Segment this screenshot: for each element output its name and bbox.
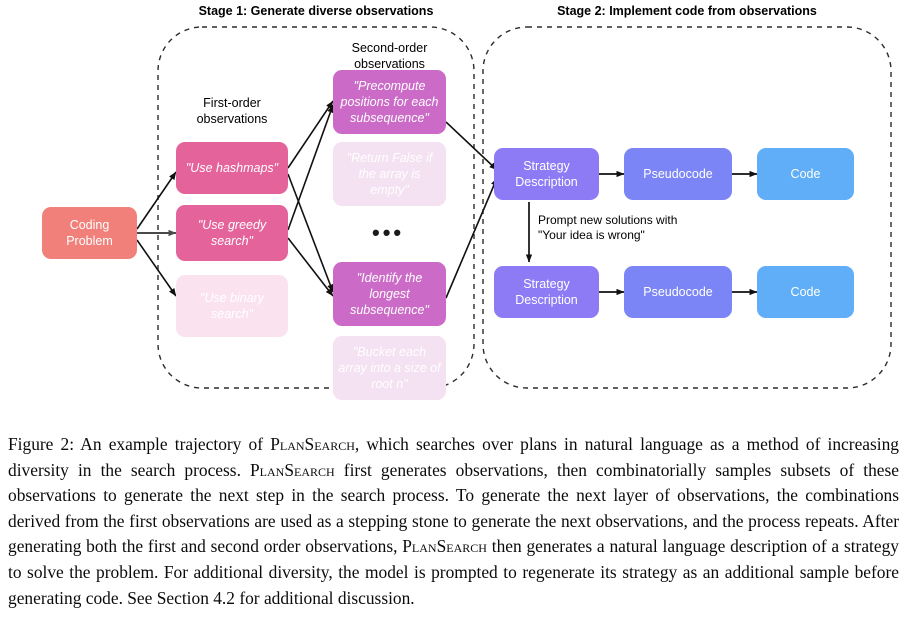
figure-2: Stage 1: Generate diverse observations S… xyxy=(0,0,907,637)
node-first-order-observation-3[interactable]: "Use binary search" xyxy=(176,275,288,337)
node-pseudocode-2[interactable]: Pseudocode xyxy=(624,266,732,318)
first-order-observations-label: First-order observations xyxy=(196,96,268,126)
node-second-order-observation-2[interactable]: "Return False if the array is empty" xyxy=(333,142,446,206)
node-second-order-observation-1[interactable]: "Precompute positions for each subsequen… xyxy=(333,70,446,134)
caption-method-name-1: PlanSearch xyxy=(270,434,355,454)
node-first-order-observation-2[interactable]: "Use greedy search" xyxy=(176,205,288,261)
second-order-observations-label: Second-order observations xyxy=(351,41,428,71)
caption-method-name-3: PlanSearch xyxy=(402,536,487,557)
edges-second-order-to-strategy xyxy=(445,121,498,299)
node-code-1[interactable]: Code xyxy=(757,148,854,200)
edges-problem-to-first-order xyxy=(136,171,177,297)
node-code-2[interactable]: Code xyxy=(757,266,854,318)
stage-2-title: Stage 2: Implement code from observation… xyxy=(557,4,817,18)
diagram-connectors-layer xyxy=(136,26,892,389)
node-strategy-description-1[interactable]: Strategy Description xyxy=(494,148,599,200)
plansearch-diagram: Stage 1: Generate diverse observations S… xyxy=(0,0,907,420)
regenerate-edge-label: Prompt new solutions with "Your idea is … xyxy=(538,213,678,242)
caption-prefix: Figure 2: An example trajectory of xyxy=(8,434,271,454)
node-strategy-description-2[interactable]: Strategy Description xyxy=(494,266,599,318)
edges-first-to-second-order xyxy=(287,100,334,297)
node-first-order-observation-1[interactable]: "Use hashmaps" xyxy=(176,142,288,194)
node-second-order-observation-4[interactable]: "Bucket each array into a size of root n… xyxy=(333,336,446,400)
stage-1-title: Stage 1: Generate diverse observations xyxy=(198,4,434,18)
node-second-order-observation-3[interactable]: "Identify the longest subsequence" xyxy=(333,262,446,326)
node-pseudocode-1[interactable]: Pseudocode xyxy=(624,148,732,200)
figure-caption: Figure 2: An example trajectory of PlanS… xyxy=(8,432,899,611)
observations-ellipsis: ••• xyxy=(372,220,405,245)
node-coding-problem[interactable]: Coding Problem xyxy=(42,207,137,259)
stage-2-boundary xyxy=(482,26,892,389)
caption-method-name-2: PlanSearch xyxy=(250,459,335,480)
